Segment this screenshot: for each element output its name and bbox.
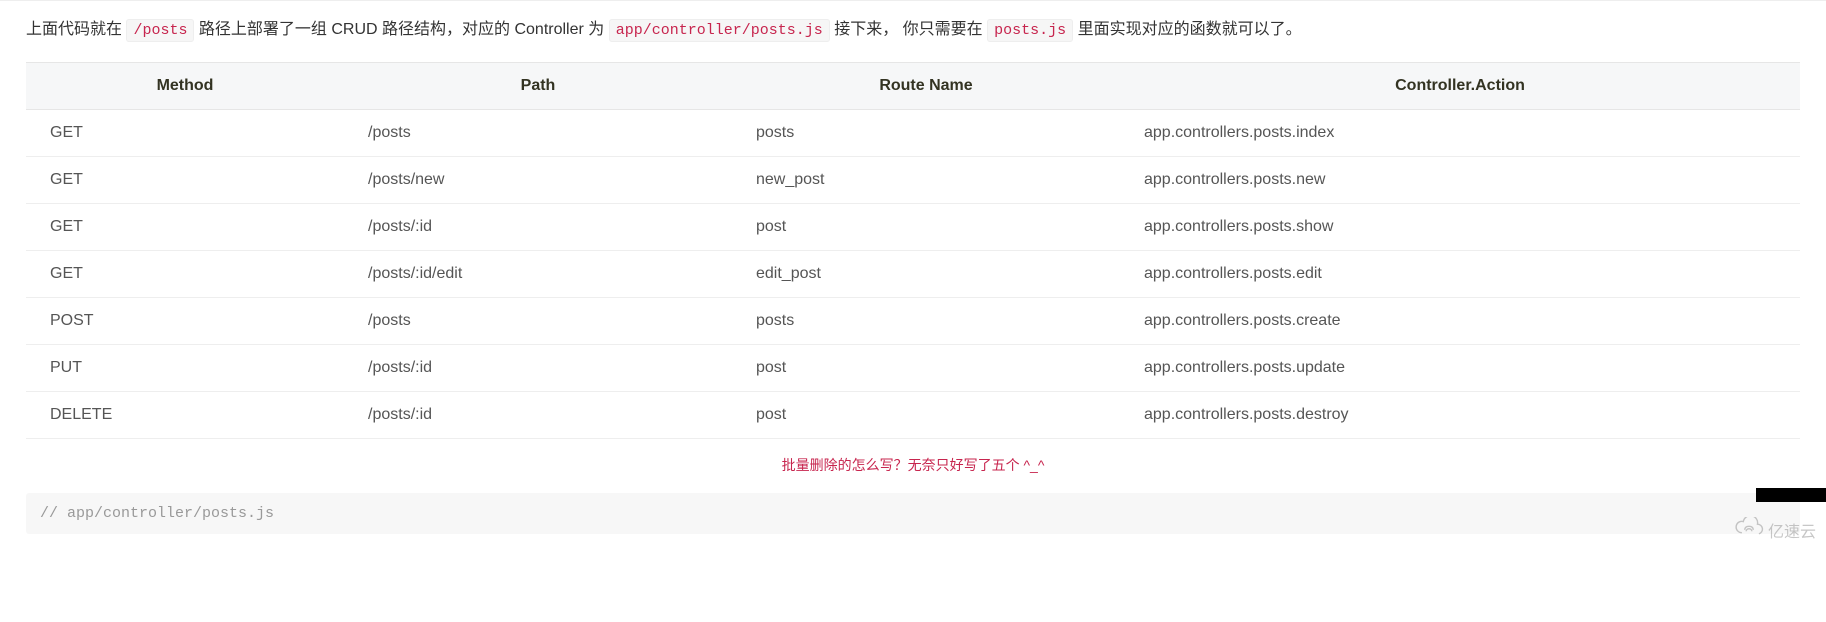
- intro-text-1: 上面代码就在: [26, 21, 126, 38]
- watermark-text: 亿速云: [1768, 518, 1816, 542]
- table-row: GET/posts/:idpostapp.controllers.posts.s…: [26, 204, 1800, 251]
- cell-action: app.controllers.posts.update: [1120, 345, 1800, 392]
- table-row: GET/postspostsapp.controllers.posts.inde…: [26, 110, 1800, 157]
- cell-action: app.controllers.posts.create: [1120, 298, 1800, 345]
- intro-text-2: 路径上部署了一组 CRUD 路径结构，对应的 Controller 为: [199, 21, 609, 38]
- table-header: Method Path Route Name Controller.Action: [26, 63, 1800, 110]
- cell-action: app.controllers.posts.new: [1120, 157, 1800, 204]
- cell-path: /posts/:id: [344, 204, 732, 251]
- routes-table: Method Path Route Name Controller.Action…: [26, 62, 1800, 439]
- code-block: // app/controller/posts.js: [26, 493, 1800, 534]
- cell-method: DELETE: [26, 392, 344, 439]
- code-line-comment: // app/controller/posts.js: [40, 505, 274, 522]
- cell-action: app.controllers.posts.show: [1120, 204, 1800, 251]
- cell-method: GET: [26, 110, 344, 157]
- cloud-icon: [1732, 517, 1766, 542]
- cell-path: /posts/:id: [344, 345, 732, 392]
- watermark: 亿速云: [1732, 517, 1816, 542]
- col-path: Path: [344, 63, 732, 110]
- cell-method: GET: [26, 251, 344, 298]
- cell-route: posts: [732, 298, 1120, 345]
- cell-method: POST: [26, 298, 344, 345]
- col-route-name: Route Name: [732, 63, 1120, 110]
- cell-action: app.controllers.posts.edit: [1120, 251, 1800, 298]
- separator: [0, 0, 1826, 1]
- cell-path: /posts/:id/edit: [344, 251, 732, 298]
- cell-route: post: [732, 392, 1120, 439]
- table-row: DELETE/posts/:idpostapp.controllers.post…: [26, 392, 1800, 439]
- table-row: GET/posts/newnew_postapp.controllers.pos…: [26, 157, 1800, 204]
- cell-path: /posts/new: [344, 157, 732, 204]
- black-bar: [1756, 488, 1826, 502]
- content-area: 上面代码就在 /posts 路径上部署了一组 CRUD 路径结构，对应的 Con…: [0, 17, 1826, 534]
- inline-code-controller-file: app/controller/posts.js: [609, 19, 830, 42]
- col-controller-action: Controller.Action: [1120, 63, 1800, 110]
- cell-action: app.controllers.posts.destroy: [1120, 392, 1800, 439]
- cell-route: edit_post: [732, 251, 1120, 298]
- intro-paragraph: 上面代码就在 /posts 路径上部署了一组 CRUD 路径结构，对应的 Con…: [26, 17, 1800, 44]
- table-header-row: Method Path Route Name Controller.Action: [26, 63, 1800, 110]
- cell-path: /posts/:id: [344, 392, 732, 439]
- intro-text-4: 里面实现对应的函数就可以了。: [1078, 21, 1302, 38]
- note-comment: 批量删除的怎么写？无奈只好写了五个 ^_^: [26, 455, 1800, 475]
- cell-method: GET: [26, 157, 344, 204]
- intro-text-3: 接下来， 你只需要在: [834, 21, 987, 38]
- cell-method: GET: [26, 204, 344, 251]
- cell-route: post: [732, 345, 1120, 392]
- table-row: GET/posts/:id/editedit_postapp.controlle…: [26, 251, 1800, 298]
- cell-route: posts: [732, 110, 1120, 157]
- cell-path: /posts: [344, 298, 732, 345]
- cell-route: new_post: [732, 157, 1120, 204]
- cell-method: PUT: [26, 345, 344, 392]
- table-body: GET/postspostsapp.controllers.posts.inde…: [26, 110, 1800, 439]
- table-row: POST/postspostsapp.controllers.posts.cre…: [26, 298, 1800, 345]
- cell-route: post: [732, 204, 1120, 251]
- col-method: Method: [26, 63, 344, 110]
- inline-code-posts-path: /posts: [126, 19, 194, 42]
- cell-action: app.controllers.posts.index: [1120, 110, 1800, 157]
- table-row: PUT/posts/:idpostapp.controllers.posts.u…: [26, 345, 1800, 392]
- cell-path: /posts: [344, 110, 732, 157]
- inline-code-posts-js: posts.js: [987, 19, 1073, 42]
